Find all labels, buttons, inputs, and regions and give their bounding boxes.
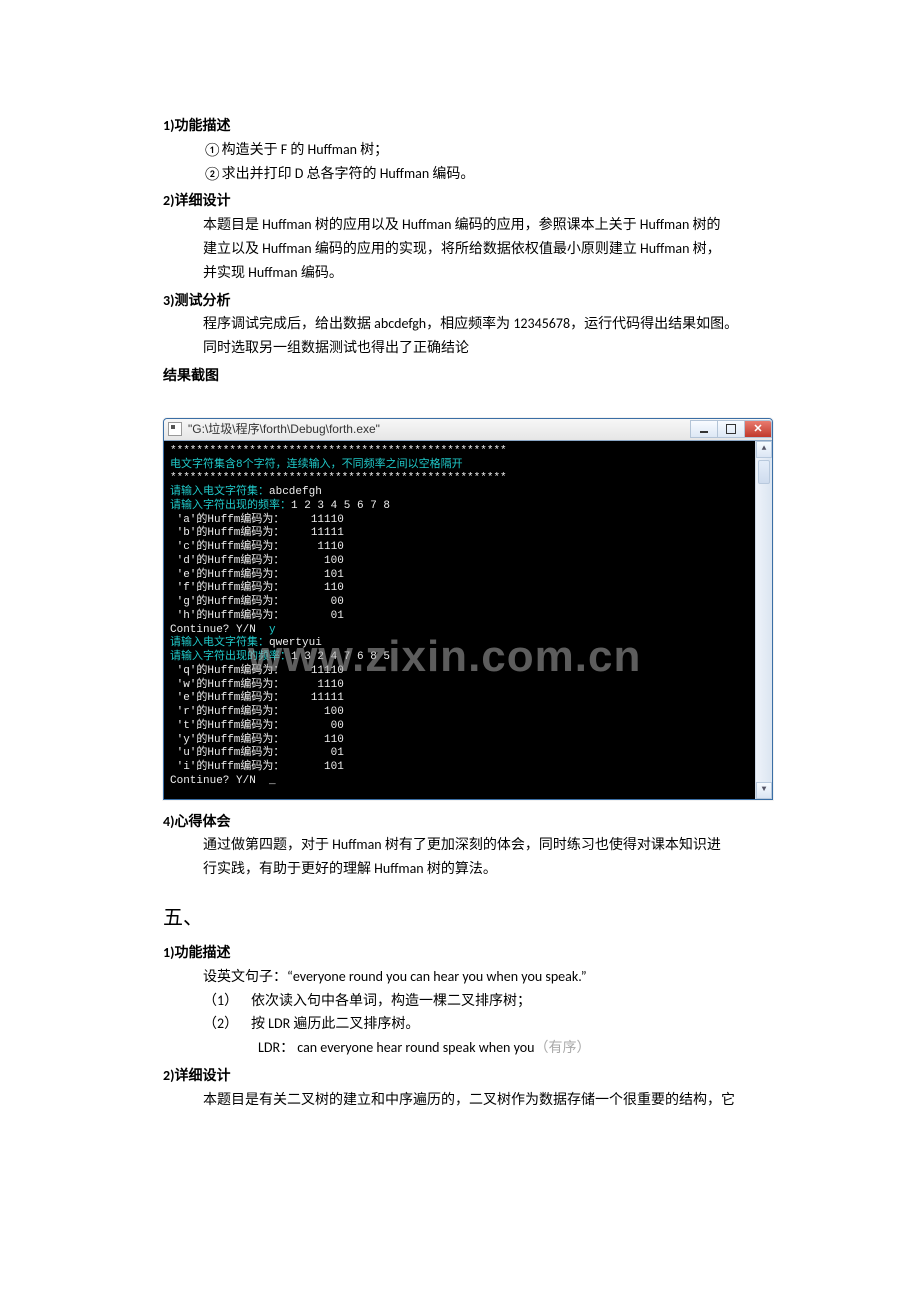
ldr-note: （有序）	[534, 1039, 590, 1056]
list-item: （2）按 LDR 遍历此二叉排序树。	[163, 1012, 762, 1036]
list-text: 依次读入句中各单词，构造一棵二叉排序树；	[251, 992, 531, 1009]
list-text: 按 LDR 遍历此二叉排序树。	[251, 1015, 419, 1032]
console-output: ****************************************…	[164, 441, 755, 799]
text-line: 同时选取另一组数据测试也得出了正确结论	[163, 336, 762, 360]
heading-experience: 4)心得体会	[163, 810, 762, 834]
heading-detailed-design-2: 2)详细设计	[163, 1064, 762, 1088]
text-line: 行实践，有助于更好的理解 Huffman 树的算法。	[163, 857, 762, 881]
window-maximize-button[interactable]	[717, 420, 745, 438]
heading-test-analysis: 3)测试分析	[163, 289, 762, 313]
window-title: "G:\垃圾\程序\forth\Debug\forth.exe"	[188, 419, 691, 439]
ldr-label: LDR：	[258, 1039, 294, 1056]
text-line: ②求出并打印 D 总各字符的 Huffman 编码。	[163, 162, 762, 186]
text-line: 并实现 Huffman 编码。	[163, 261, 762, 285]
ldr-line: LDR： can everyone hear round speak when …	[163, 1036, 762, 1060]
text-line: 本题目是有关二叉树的建立和中序遍历的，二叉树作为数据存储一个很重要的结构，它	[163, 1088, 762, 1112]
list-item: （1）依次读入句中各单词，构造一棵二叉排序树；	[163, 989, 762, 1013]
window-minimize-button[interactable]	[690, 420, 718, 438]
scroll-thumb[interactable]	[758, 460, 770, 484]
text-line: 设英文句子：“everyone round you can hear you w…	[163, 965, 762, 989]
heading-functional-description: 1)功能描述	[163, 114, 762, 138]
text-line: 通过做第四题，对于 Huffman 树有了更加深刻的体会，同时练习也使得对课本知…	[163, 833, 762, 857]
list-number: （2）	[203, 1012, 251, 1036]
console-window: "G:\垃圾\程序\forth\Debug\forth.exe" *******…	[163, 418, 773, 800]
window-titlebar: "G:\垃圾\程序\forth\Debug\forth.exe"	[164, 419, 772, 441]
window-app-icon	[168, 422, 182, 436]
scroll-down-button[interactable]: ▼	[756, 782, 772, 799]
heading-detailed-design: 2)详细设计	[163, 189, 762, 213]
console-scrollbar[interactable]: ▲ ▼	[755, 441, 772, 799]
window-close-button[interactable]	[744, 420, 772, 438]
list-number: （1）	[203, 989, 251, 1013]
ldr-text: can everyone hear round speak when you	[294, 1039, 534, 1056]
text-line: 程序调试完成后，给出数据 abcdefgh，相应频率为 12345678，运行代…	[163, 312, 762, 336]
heading-functional-description-2: 1)功能描述	[163, 941, 762, 965]
heading-section-five: 五、	[163, 901, 762, 935]
text-line: ①构造关于 F 的 Huffman 树；	[163, 138, 762, 162]
text-line: 建立以及 Huffman 编码的应用的实现，将所给数据依权值最小原则建立 Huf…	[163, 237, 762, 261]
scroll-track[interactable]	[756, 486, 772, 782]
scroll-up-button[interactable]: ▲	[756, 441, 772, 458]
text-line: 本题目是 Huffman 树的应用以及 Huffman 编码的应用，参照课本上关…	[163, 213, 762, 237]
heading-result-screenshot: 结果截图	[163, 364, 762, 388]
